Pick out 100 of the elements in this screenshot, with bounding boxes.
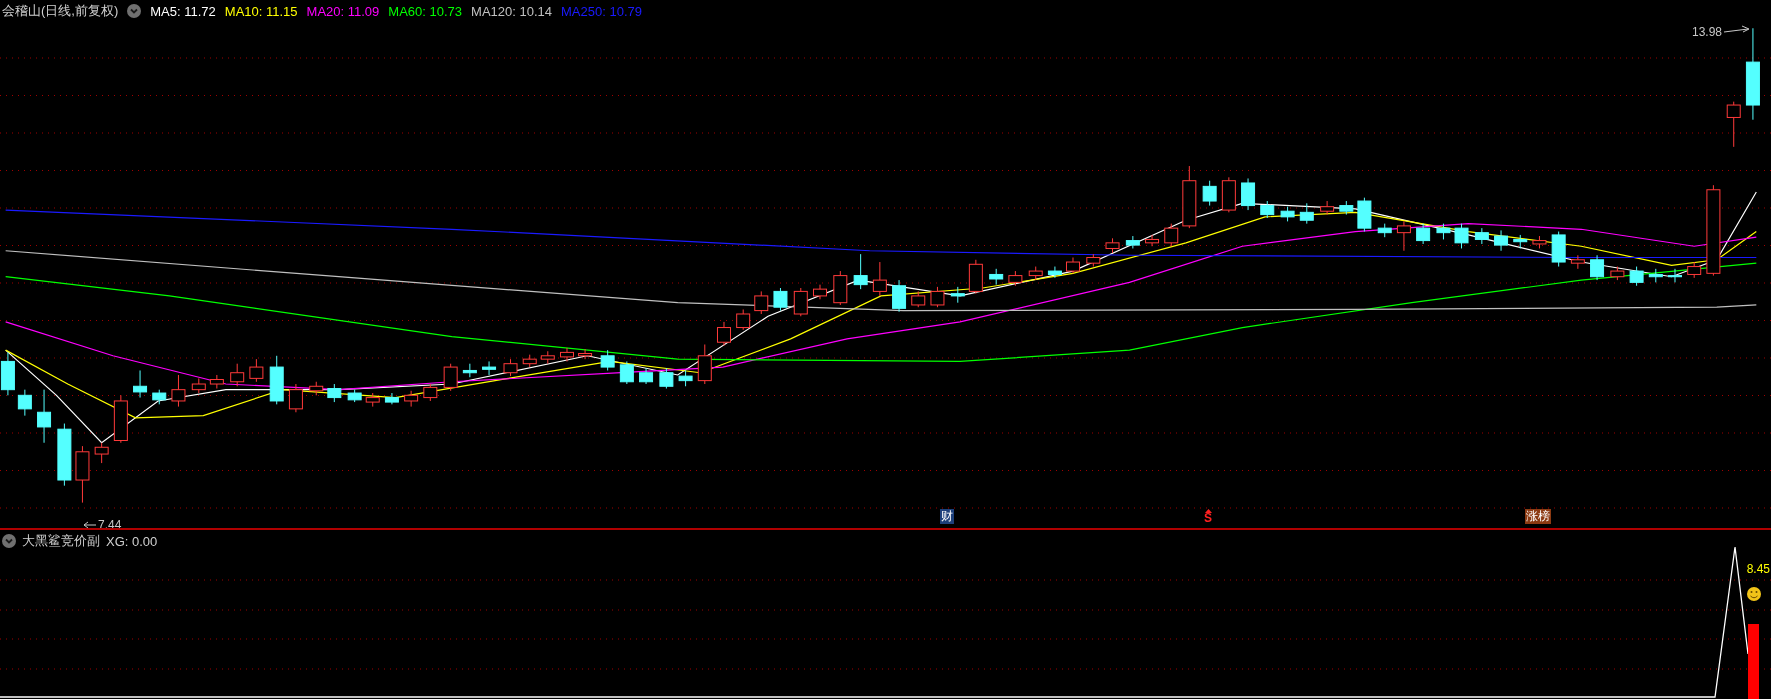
candlestick — [619, 360, 634, 385]
chevron-down-icon[interactable] — [2, 534, 16, 548]
candlestick — [853, 253, 868, 290]
candlestick — [989, 268, 1004, 286]
ranking-marker: 涨榜 — [1525, 509, 1551, 524]
candlestick — [1570, 254, 1585, 270]
candlestick — [717, 321, 731, 347]
candlestick — [1513, 234, 1528, 249]
candlestick — [1357, 197, 1372, 233]
candlestick — [1648, 268, 1663, 283]
signal-marker: S — [1204, 513, 1212, 524]
candlestick — [152, 389, 167, 405]
candlestick — [1610, 266, 1625, 281]
candlestick — [37, 389, 52, 444]
candlestick — [327, 383, 342, 403]
caret-up-icon — [1204, 509, 1212, 513]
candlestick — [404, 390, 419, 408]
candlestick — [1687, 261, 1702, 279]
candlestick — [1182, 165, 1197, 229]
candlestick — [697, 344, 712, 385]
candlestick — [443, 363, 458, 392]
candlestick — [1339, 200, 1354, 216]
candlestick — [560, 347, 574, 362]
candlestick — [1047, 266, 1062, 279]
candlestick — [462, 363, 477, 378]
candlestick — [1221, 176, 1236, 213]
candlestick — [1066, 257, 1080, 274]
candlestick — [1396, 220, 1411, 252]
candlestick — [1320, 200, 1335, 216]
candlestick — [1726, 101, 1741, 148]
candlestick — [288, 383, 303, 413]
candlestick — [678, 369, 693, 387]
candlestick — [1260, 200, 1275, 219]
candlestick — [1416, 223, 1431, 245]
candlestick — [754, 290, 769, 315]
candlestick — [113, 394, 128, 444]
finance-marker: 财 — [940, 509, 954, 524]
candlestick — [17, 389, 32, 417]
candlestick — [1377, 223, 1392, 238]
moving-average-label: MA5: 11.72 — [150, 3, 216, 19]
candlestick — [1590, 254, 1605, 281]
moving-average-label: MA120: 10.14 — [471, 3, 552, 19]
moving-average-label: MA250: 10.79 — [561, 3, 642, 19]
candlestick — [1532, 235, 1547, 249]
candlestick — [57, 423, 72, 487]
candlestick — [365, 392, 380, 408]
candlestick — [892, 279, 907, 313]
candlestick — [309, 381, 324, 396]
candlestick — [736, 308, 751, 331]
candlestick — [1028, 266, 1043, 281]
candlestick — [1668, 268, 1682, 283]
stock-title: 会稽山(日线,前复权) — [2, 2, 119, 20]
candlestick — [813, 284, 827, 300]
candlestick — [540, 350, 555, 365]
candlestick — [482, 360, 497, 376]
moving-average-label: MA20: 11.09 — [306, 3, 380, 19]
candlestick — [133, 369, 148, 399]
smiley-icon — [1747, 587, 1761, 601]
candlestick — [94, 442, 109, 464]
candlestick — [793, 287, 808, 317]
candlestick — [1454, 223, 1469, 249]
candlestick — [1125, 235, 1140, 249]
candlestick — [1629, 266, 1644, 287]
candlestick — [522, 354, 537, 368]
indicator-value: 8.45 — [1746, 562, 1770, 576]
candlestick — [1280, 206, 1295, 222]
candlestick — [384, 392, 399, 405]
candlestick — [578, 348, 593, 360]
candlestick — [1299, 202, 1314, 225]
moving-average-label: MA10: 11.15 — [224, 3, 298, 19]
candlestick — [1474, 227, 1489, 245]
candlestick — [1164, 223, 1179, 247]
candlestick — [423, 383, 438, 402]
indicator-readout: XG: 0.00 — [106, 533, 158, 549]
candlestick — [503, 358, 518, 377]
candlestick — [191, 377, 206, 394]
candlestick — [249, 358, 264, 383]
high-price-annotation: 13.98 — [1691, 25, 1750, 39]
indicator-title: 大黑鲨竞价副 — [22, 532, 100, 550]
chevron-down-icon[interactable] — [127, 4, 142, 18]
candlestick — [230, 363, 245, 387]
candlestick — [209, 374, 224, 390]
candlestick — [600, 349, 615, 371]
candlestick — [75, 445, 90, 504]
candlestick — [833, 270, 848, 306]
candlestick — [1551, 231, 1566, 268]
candlestick — [930, 286, 945, 308]
candlestick — [1241, 177, 1256, 211]
candlestick — [1202, 180, 1217, 207]
candlestick — [1105, 237, 1120, 254]
candlestick — [968, 259, 983, 295]
candlestick — [639, 367, 654, 385]
moving-average-label: MA60: 10.73 — [388, 3, 463, 19]
candlestick — [1494, 229, 1509, 252]
candlestick — [911, 290, 926, 308]
candlestick — [1436, 223, 1451, 240]
candlestick — [1086, 253, 1101, 268]
candlestick — [0, 351, 15, 396]
candlestick — [347, 389, 362, 403]
candlestick — [1145, 234, 1160, 247]
